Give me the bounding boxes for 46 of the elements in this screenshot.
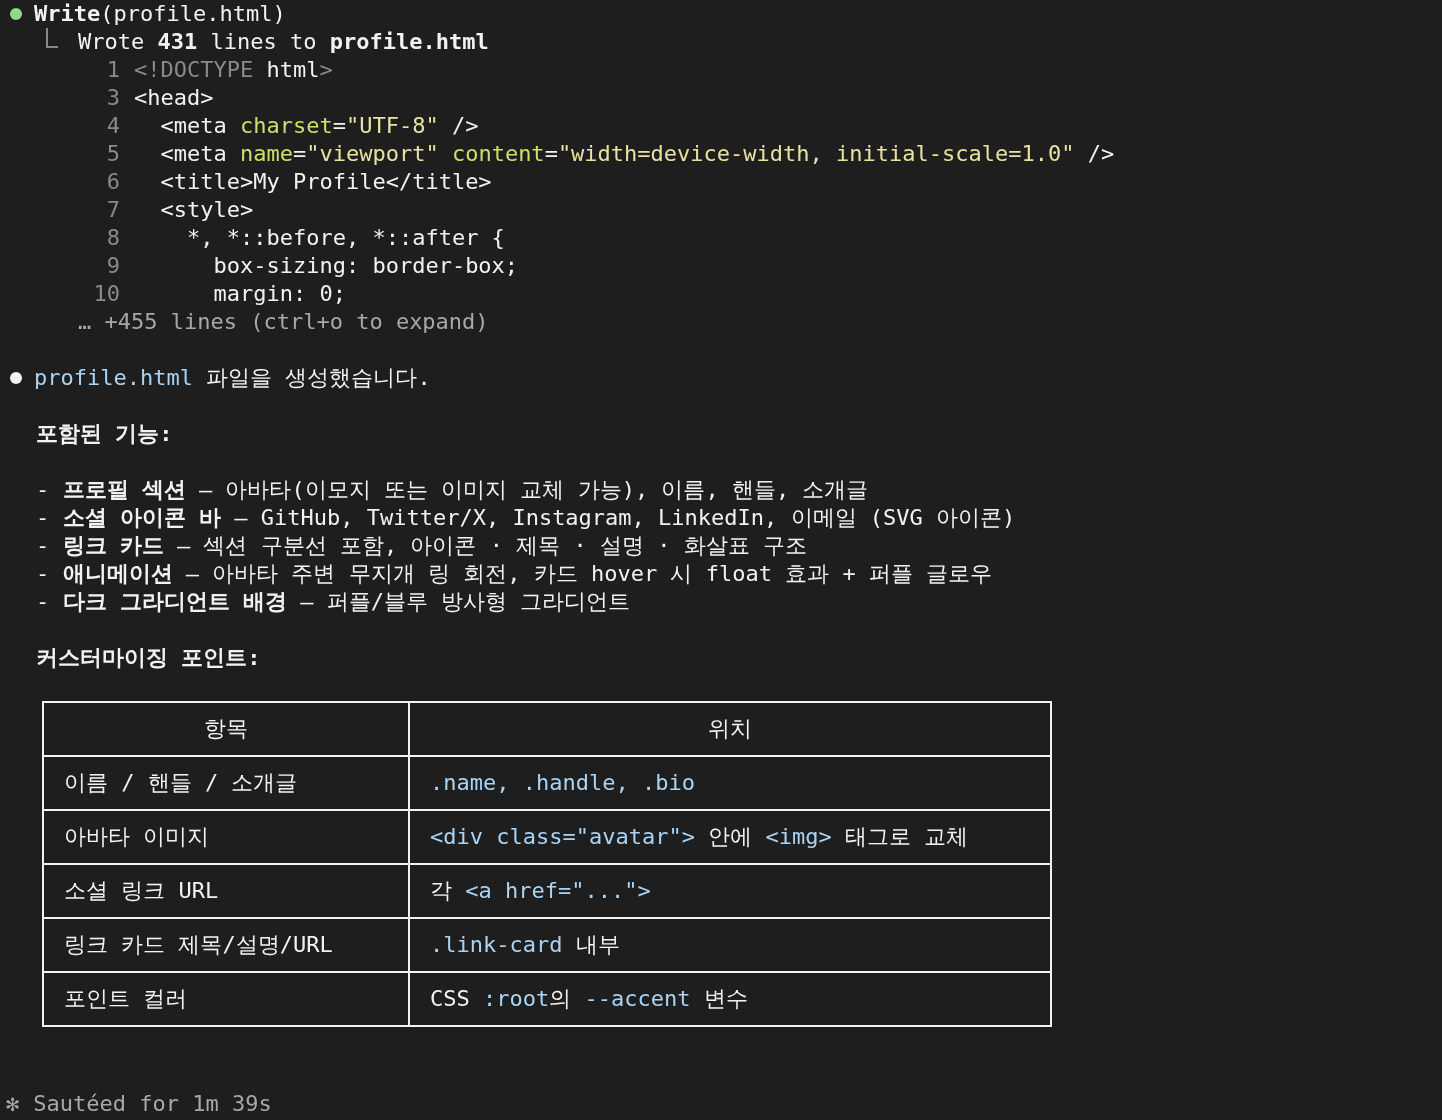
tool-call-title: Write(profile.html) xyxy=(34,0,286,28)
code-line: <style> xyxy=(159,196,254,224)
line-number: 7 xyxy=(105,196,120,224)
table-cell: 아바타 이미지 xyxy=(43,810,409,864)
bullet-icon xyxy=(10,372,22,384)
line-number: 8 xyxy=(105,224,120,252)
status-dot-icon xyxy=(10,8,22,20)
code-line: margin: 0; xyxy=(212,280,346,308)
line-number: 5 xyxy=(105,140,120,168)
feature-item: - 애니메이션 — 아바타 주변 무지개 링 회전, 카드 hover 시 float 효과 + 퍼플 글로우 xyxy=(36,560,993,588)
spinner-glyph: ✻ xyxy=(6,1090,20,1118)
tool-result-text: Wrote 431 lines to profile.html xyxy=(78,28,489,56)
table-cell: .name, .handle, .bio xyxy=(409,756,1051,810)
section-heading: 커스터마이징 포인트: xyxy=(36,644,261,672)
line-number: 4 xyxy=(105,112,120,140)
table-cell: 소셜 링크 URL xyxy=(43,864,409,918)
table-cell: <div class="avatar"> 안에 <img> 태그로 교체 xyxy=(409,810,1051,864)
line-number: 6 xyxy=(105,168,120,196)
line-number: 10 xyxy=(92,280,120,308)
message-text: profile.html 파일을 생성했습니다. xyxy=(34,364,431,392)
table-cell: 이름 / 핸들 / 소개글 xyxy=(43,756,409,810)
line-number: 1 xyxy=(105,56,120,84)
status-text: Sautéed for 1m 39s xyxy=(33,1090,272,1118)
table-cell: CSS :root의 --accent 변수 xyxy=(409,972,1051,1026)
code-line: <title>My Profile</title> xyxy=(159,168,492,196)
table-cell: 포인트 컬러 xyxy=(43,972,409,1026)
code-line: <!DOCTYPE html> xyxy=(134,56,333,84)
feature-item: - 다크 그라디언트 배경 — 퍼플/블루 방사형 그라디언트 xyxy=(36,588,631,616)
section-heading: 포함된 기능: xyxy=(36,420,173,448)
code-line: <meta charset="UTF-8" /> xyxy=(159,112,479,140)
line-number: 9 xyxy=(105,252,120,280)
code-line: box-sizing: border-box; xyxy=(212,252,519,280)
code-line: <meta name="viewport" content="width=device-width, initial-scale=1.0" /> xyxy=(159,140,1115,168)
table-cell: .link-card 내부 xyxy=(409,918,1051,972)
collapsed-lines-hint: … +455 lines (ctrl+o to expand) xyxy=(78,308,489,336)
table-cell: 링크 카드 제목/설명/URL xyxy=(43,918,409,972)
line-number: 3 xyxy=(105,84,120,112)
code-line: *, *::before, *::after { xyxy=(185,224,505,252)
tree-connector-icon xyxy=(46,28,58,48)
code-line: <head> xyxy=(134,84,214,112)
feature-item: - 소셜 아이콘 바 — GitHub, Twitter/X, Instagram, LinkedIn, 이메일 (SVG 아이콘) xyxy=(36,504,1016,532)
feature-item: - 링크 카드 — 섹션 구분선 포함, 아이콘 · 제목 · 설명 · 화살표 구조 xyxy=(36,532,807,560)
table-cell: 각 <a href="..."> xyxy=(409,864,1051,918)
table-header-cell: 항목 xyxy=(43,702,409,756)
feature-item: - 프로필 섹션 — 아바타(이모지 또는 이미지 교체 가능), 이름, 핸들, 소개글 xyxy=(36,476,869,504)
table-header-cell: 위치 xyxy=(409,702,1051,756)
